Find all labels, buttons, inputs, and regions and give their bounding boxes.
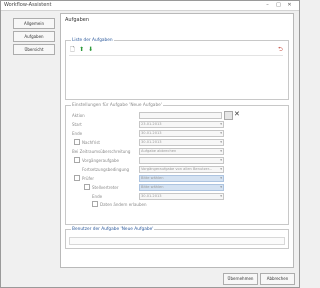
cancel-button[interactable]: Abbrechen: [260, 273, 295, 285]
task-list-grid[interactable]: [69, 55, 283, 96]
workflow-assistant-window: Workflow-Assistent – □ ✕ Allgemein Aufga…: [0, 0, 300, 288]
nav-aufgaben-button[interactable]: Aufgaben: [13, 31, 55, 42]
vorgaenger-checkbox[interactable]: [74, 157, 80, 163]
start-label: Start: [72, 122, 82, 127]
pruefer-label: Prüfer: [82, 176, 95, 181]
window-title: Workflow-Assistent: [4, 2, 52, 8]
ende-label: Ende: [72, 131, 83, 136]
settings-group: Einstellungen für Aufgabe 'Neue Aufgabe'…: [65, 103, 289, 225]
chevron-down-icon: ▾: [220, 185, 222, 189]
task-list-group: Liste der Aufgaben 🗋 ⬆ ⬇ ⮌: [65, 38, 289, 100]
apply-button[interactable]: Übernehmen: [223, 273, 258, 285]
task-list-legend: Liste der Aufgaben: [71, 38, 114, 43]
fortsetzung-label: Fortsetzungsbedingung: [82, 167, 130, 172]
stellvertreter-checkbox[interactable]: [84, 184, 90, 190]
aendern-label: Daten ändern erlauben: [100, 202, 147, 207]
pruefer-checkbox[interactable]: [74, 175, 80, 181]
ende2-date-field[interactable]: 30.01.2013 ▾: [139, 193, 224, 200]
maximize-button[interactable]: □: [274, 2, 283, 8]
end-date-field[interactable]: 30.01.2013 ▾: [139, 130, 224, 137]
pruefer-value: Bitte wählen: [141, 176, 164, 180]
chevron-down-icon: ▾: [220, 194, 222, 198]
chevron-down-icon: ▾: [220, 122, 222, 126]
ende2-label: Ende: [92, 194, 103, 199]
nachfrist-date-field[interactable]: 30.01.2013 ▾: [139, 139, 224, 146]
notes-group: Benutzer der Aufgabe 'Neue Aufgabe': [65, 227, 289, 249]
chevron-down-icon: ▾: [220, 140, 222, 144]
start-date-value: 23.01.2013: [141, 122, 162, 126]
vorgaenger-label: Vorgängeraufgabe: [82, 158, 120, 163]
notes-field[interactable]: [69, 237, 285, 245]
move-down-icon[interactable]: ⬇: [88, 47, 94, 53]
nav-allgemein-button[interactable]: Allgemein: [13, 18, 55, 29]
panel-title: Aufgaben: [65, 17, 90, 23]
close-button[interactable]: ✕: [285, 2, 294, 8]
pruefer-select[interactable]: Bitte wählen ▾: [139, 175, 224, 182]
nachfrist-date-value: 30.01.2013: [141, 140, 162, 144]
nachfrist-label: Nachfrist: [82, 140, 100, 145]
nachfrist-checkbox[interactable]: [74, 139, 80, 145]
clear-icon[interactable]: ✕: [234, 110, 240, 118]
aufgaben-panel: Aufgaben Liste der Aufgaben 🗋 ⬆ ⬇ ⮌ Eins…: [60, 13, 294, 268]
ende2-date-value: 30.01.2013: [141, 194, 162, 198]
reset-icon[interactable]: ⮌: [278, 47, 284, 53]
chevron-down-icon: ▾: [220, 131, 222, 135]
chevron-down-icon: ▾: [220, 176, 222, 180]
zeitraum-value: Aufgabe abbrechen: [141, 149, 177, 153]
fortsetzung-value: Vorgängeraufgabe von allen Benutzer...: [141, 167, 213, 171]
aktion-label: Aktion: [72, 113, 85, 118]
aktion-field[interactable]: [139, 112, 222, 119]
zeitraum-label: Bei Zeitraumsüberschreitung: [72, 149, 131, 154]
zeitraum-select[interactable]: Aufgabe abbrechen ▾: [139, 148, 224, 155]
chevron-down-icon: ▾: [220, 158, 222, 162]
settings-legend: Einstellungen für Aufgabe 'Neue Aufgabe': [71, 103, 163, 108]
title-bar: Workflow-Assistent – □ ✕: [1, 1, 299, 11]
fortsetzung-select[interactable]: Vorgängeraufgabe von allen Benutzer... ▾: [139, 166, 224, 173]
vorgaenger-select[interactable]: ▾: [139, 157, 224, 164]
chevron-down-icon: ▾: [220, 149, 222, 153]
new-task-icon[interactable]: 🗋: [70, 47, 76, 53]
stellvertreter-value: Bitte wählen: [141, 185, 164, 189]
minimize-button[interactable]: –: [263, 2, 272, 8]
aendern-checkbox[interactable]: [92, 201, 98, 207]
browse-icon[interactable]: [224, 111, 233, 120]
stellvertreter-select[interactable]: Bitte wählen ▾: [139, 184, 224, 191]
end-date-value: 30.01.2013: [141, 131, 162, 135]
move-up-icon[interactable]: ⬆: [79, 47, 85, 53]
start-date-field[interactable]: 23.01.2013 ▾: [139, 121, 224, 128]
notes-legend: Benutzer der Aufgabe 'Neue Aufgabe': [71, 227, 155, 232]
stellvertreter-label: Stellvertreter: [92, 185, 119, 190]
chevron-down-icon: ▾: [220, 167, 222, 171]
nav-uebersicht-button[interactable]: Übersicht: [13, 44, 55, 55]
